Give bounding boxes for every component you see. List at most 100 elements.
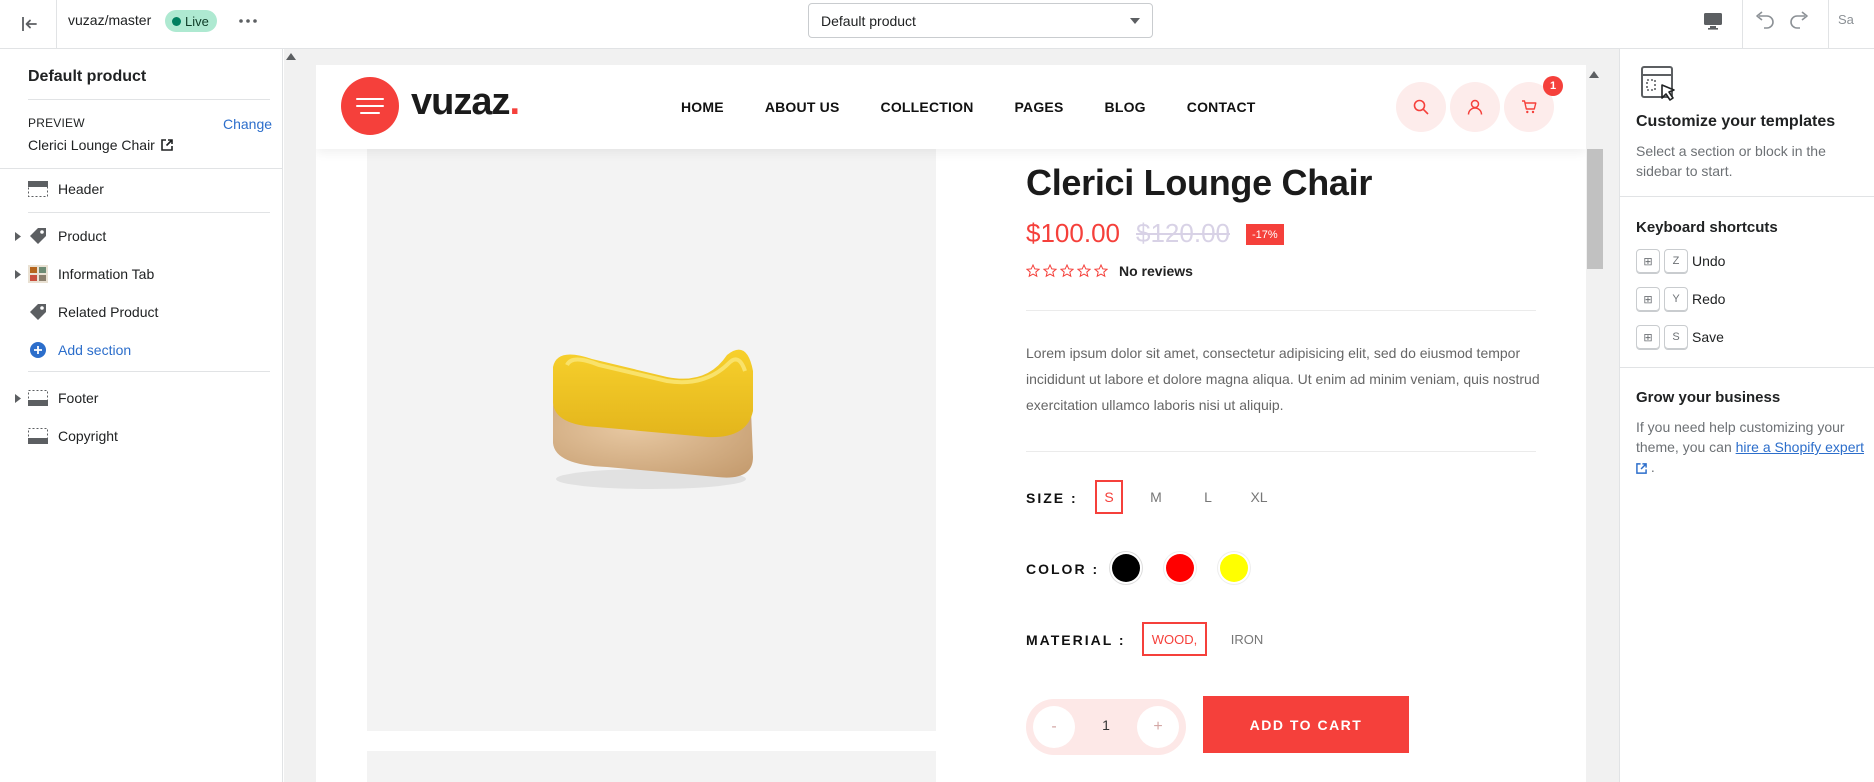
live-badge: Live xyxy=(165,10,217,32)
nav-link-blog[interactable]: BLOG xyxy=(1105,99,1146,115)
nav-link-collection[interactable]: COLLECTION xyxy=(881,99,974,115)
product-description: Lorem ipsum dolor sit amet, consectetur … xyxy=(1026,345,1540,413)
cmd-key-icon: ⊞ xyxy=(1636,287,1660,311)
section-item-footer[interactable]: Footer xyxy=(12,384,98,412)
chevron-up-icon[interactable] xyxy=(285,50,297,62)
menu-toggle-icon[interactable] xyxy=(341,77,399,135)
image-thumbnail-icon xyxy=(27,263,49,285)
nav-link-contact[interactable]: CONTACT xyxy=(1187,99,1256,115)
section-item-label: Footer xyxy=(58,390,99,406)
chevron-up-icon[interactable] xyxy=(1587,67,1601,81)
cart-count-badge: 1 xyxy=(1543,76,1563,96)
logo-wordmark: vuzaz xyxy=(411,81,510,123)
size-option-m[interactable]: M xyxy=(1139,480,1173,514)
product-main-image[interactable] xyxy=(367,149,936,731)
nav-link-home[interactable]: HOME xyxy=(681,99,724,115)
undo-icon[interactable] xyxy=(1750,6,1778,34)
shortcut-key: S xyxy=(1664,325,1688,349)
section-item-related-product[interactable]: Related Product xyxy=(12,298,158,326)
size-option-s[interactable]: S xyxy=(1095,480,1123,514)
hire-expert-link[interactable]: hire a Shopify expert xyxy=(1736,439,1864,455)
nav-link-pages[interactable]: PAGES xyxy=(1015,99,1064,115)
divider xyxy=(1026,451,1536,452)
color-swatch-black[interactable] xyxy=(1112,554,1140,582)
quantity-input[interactable]: 1 xyxy=(1086,717,1126,733)
shortcut-redo: ⊞ Y Redo xyxy=(1636,287,1725,311)
tag-icon xyxy=(27,301,49,323)
product-price: $100.00 xyxy=(1026,218,1120,248)
grow-heading: Grow your business xyxy=(1636,389,1781,406)
redo-icon[interactable] xyxy=(1786,6,1814,34)
cmd-key-icon: ⊞ xyxy=(1636,325,1660,349)
color-swatch-yellow[interactable] xyxy=(1220,554,1248,582)
save-button[interactable]: Sa xyxy=(1838,12,1854,27)
quantity-increase-button[interactable]: + xyxy=(1137,706,1179,748)
external-link-icon[interactable] xyxy=(1636,462,1647,474)
size-option-xl[interactable]: XL xyxy=(1239,480,1279,514)
sidebar-title: Default product xyxy=(28,68,147,85)
store-header: vuzaz. HOME ABOUT US COLLECTION PAGES BL… xyxy=(316,65,1586,149)
divider xyxy=(1742,0,1743,48)
add-to-cart-button[interactable]: ADD TO CART xyxy=(1203,696,1409,753)
material-label: MATERIAL : xyxy=(1026,632,1126,648)
quantity-stepper: - 1 + xyxy=(1026,699,1186,755)
section-item-label: Related Product xyxy=(58,304,159,320)
section-item-label: Information Tab xyxy=(58,266,155,282)
expand-arrow-icon[interactable] xyxy=(12,230,24,242)
star-icon xyxy=(1043,264,1057,278)
change-preview-link[interactable]: Change xyxy=(223,116,272,132)
divider xyxy=(1620,367,1874,368)
section-item-header[interactable]: Header xyxy=(12,175,104,203)
help-intro: Select a section or block in the sidebar… xyxy=(1636,143,1826,179)
shortcut-key: Y xyxy=(1664,287,1688,311)
preview-product[interactable]: Clerici Lounge Chair xyxy=(28,137,173,153)
template-select[interactable]: Default product xyxy=(808,3,1153,38)
expand-arrow-icon[interactable] xyxy=(12,392,24,404)
exit-icon[interactable] xyxy=(14,9,44,39)
shortcut-undo: ⊞ Z Undo xyxy=(1636,249,1725,273)
reviews-count[interactable]: No reviews xyxy=(1119,263,1193,279)
product-thumbnail-image[interactable] xyxy=(367,751,936,782)
grow-text: If you need help customizing your theme,… xyxy=(1636,417,1866,477)
preview-label: PREVIEW xyxy=(28,116,85,130)
star-icon xyxy=(1026,264,1040,278)
desktop-icon[interactable] xyxy=(1698,8,1728,34)
shortcuts-heading: Keyboard shortcuts xyxy=(1636,219,1778,236)
divider xyxy=(1026,310,1536,311)
expand-arrow-icon[interactable] xyxy=(12,268,24,280)
add-section-button[interactable]: Add section xyxy=(12,336,131,364)
account-icon[interactable] xyxy=(1450,82,1500,132)
product-compare-price: $120.00 xyxy=(1136,218,1230,248)
preview-scrollbar[interactable] xyxy=(1587,149,1603,269)
section-item-information-tab[interactable]: Information Tab xyxy=(12,260,154,288)
star-icon xyxy=(1060,264,1074,278)
chair-image-icon xyxy=(553,349,753,489)
rating-stars xyxy=(1026,264,1108,278)
store-logo[interactable]: vuzaz. xyxy=(411,81,520,124)
help-heading: Customize your templates xyxy=(1636,113,1836,130)
template-select-value: Default product xyxy=(821,12,916,29)
header-layout-icon xyxy=(27,178,49,200)
section-item-product[interactable]: Product xyxy=(12,222,106,250)
storefront-frame: vuzaz. HOME ABOUT US COLLECTION PAGES BL… xyxy=(316,65,1586,782)
sections-sidebar: Default product PREVIEW Change Clerici L… xyxy=(0,49,283,782)
nav-link-about-us[interactable]: ABOUT US xyxy=(765,99,840,115)
search-icon[interactable] xyxy=(1396,82,1446,132)
size-option-l[interactable]: L xyxy=(1193,480,1223,514)
theme-preview: vuzaz. HOME ABOUT US COLLECTION PAGES BL… xyxy=(284,49,1619,782)
divider xyxy=(1828,0,1829,48)
divider xyxy=(0,168,283,169)
external-link-icon[interactable] xyxy=(161,139,173,151)
divider xyxy=(56,0,57,48)
quantity-decrease-button[interactable]: - xyxy=(1033,706,1075,748)
more-actions-icon[interactable] xyxy=(232,8,264,34)
add-section-label: Add section xyxy=(58,342,132,358)
size-label: SIZE : xyxy=(1026,490,1078,506)
material-option-wood[interactable]: WOOD, xyxy=(1142,622,1207,656)
material-option-iron[interactable]: IRON xyxy=(1222,622,1272,656)
color-swatch-red[interactable] xyxy=(1166,554,1194,582)
divider xyxy=(28,212,270,213)
star-icon xyxy=(1077,264,1091,278)
divider xyxy=(1620,196,1874,197)
section-item-copyright[interactable]: Copyright xyxy=(12,422,118,450)
